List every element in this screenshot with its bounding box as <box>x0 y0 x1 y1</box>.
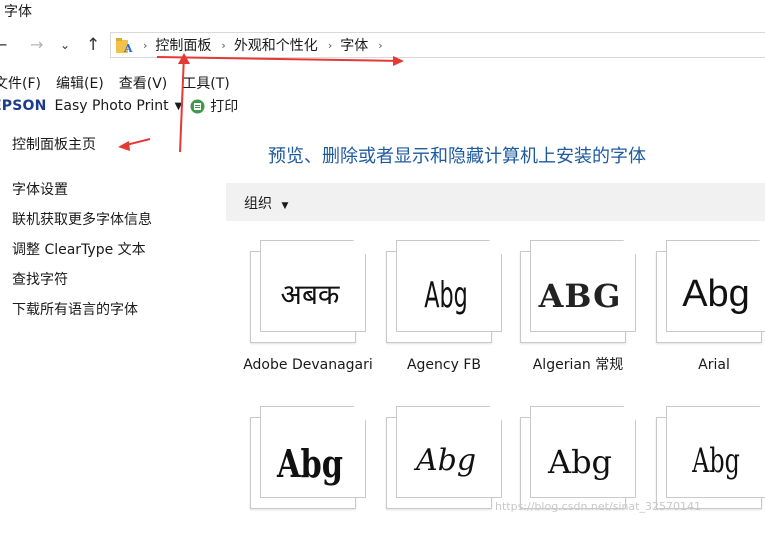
easy-photo-print-button[interactable]: Easy Photo Print <box>55 98 169 114</box>
printer-icon <box>190 99 205 113</box>
recent-locations-button[interactable]: ⌄ <box>60 35 70 55</box>
organize-label: 组织 <box>244 196 272 212</box>
breadcrumb-separator[interactable]: › <box>378 39 382 52</box>
dropdown-arrow-icon[interactable]: ▼ <box>175 101 183 112</box>
address-bar[interactable]: A › 控制面板 › 外观和个性化 › 字体 › <box>110 32 765 58</box>
adjust-cleartype-link[interactable]: 调整 ClearType 文本 <box>12 239 146 259</box>
fonts-folder-icon: A <box>116 38 133 54</box>
font-sample: अबक <box>280 278 340 311</box>
font-sample: Abg <box>682 273 750 315</box>
font-tile-row2-1[interactable]: Abg <box>246 405 374 545</box>
font-tile-adobe-devanagari[interactable]: अबक Adobe Devanagari <box>243 239 374 379</box>
toolbar: EPSON Easy Photo Print ▼ 打印 <box>0 96 238 116</box>
svg-text:A: A <box>123 42 133 54</box>
font-sample: Abg <box>424 275 468 316</box>
font-name: Arial <box>698 357 730 373</box>
download-all-fonts-link[interactable]: 下载所有语言的字体 <box>12 299 138 319</box>
menu-tools[interactable]: 工具(T) <box>182 73 229 93</box>
find-character-link[interactable]: 查找字符 <box>12 269 68 289</box>
breadcrumb-appearance[interactable]: 外观和个性化 <box>234 35 318 55</box>
page-title: 预览、删除或者显示和隐藏计算机上安装的字体 <box>268 146 646 167</box>
window-title: 字体 <box>4 4 32 20</box>
epson-brand: EPSON <box>0 98 47 114</box>
chevron-down-icon: ▼ <box>281 201 289 211</box>
control-panel-home-link[interactable]: 控制面板主页 <box>12 134 96 154</box>
font-sample: Abg <box>692 441 740 481</box>
font-tile-agency-fb[interactable]: Abg Agency FB <box>382 239 510 379</box>
font-sample: Abg <box>276 441 344 486</box>
print-button[interactable]: 打印 <box>210 96 238 116</box>
organize-button[interactable]: 组织 ▼ <box>244 193 288 213</box>
font-name: Adobe Devanagari <box>243 357 373 373</box>
font-tile-row2-2[interactable]: Abg <box>382 405 510 545</box>
menu-view[interactable]: 查看(V) <box>119 73 168 93</box>
watermark: https://blog.csdn.net/sinat_32570141 <box>495 500 701 513</box>
command-bar <box>226 183 765 221</box>
annotation-arrow-home <box>121 138 151 147</box>
breadcrumb-separator: › <box>143 38 148 52</box>
font-name: Algerian 常规 <box>532 357 624 373</box>
up-button[interactable]: ↑ <box>86 35 100 55</box>
menu-edit[interactable]: 编辑(E) <box>56 73 104 93</box>
font-tile-arial[interactable]: Abg Arial <box>652 239 765 379</box>
breadcrumb-separator: › <box>327 38 333 52</box>
menu-bar: 文件(F) 编辑(E) 查看(V) 工具(T) <box>0 73 245 93</box>
breadcrumb-control-panel[interactable]: 控制面板 <box>155 35 211 55</box>
breadcrumb-fonts[interactable]: 字体 <box>340 35 368 55</box>
get-more-font-info-link[interactable]: 联机获取更多字体信息 <box>12 209 152 229</box>
font-sample: ABG <box>538 277 622 315</box>
font-name: Agency FB <box>406 357 482 373</box>
font-tile-row2-3[interactable]: Abg <box>516 405 644 545</box>
font-tile-algerian[interactable]: ABG Algerian 常规 <box>516 239 644 379</box>
font-sample: Abg <box>547 443 613 481</box>
menu-file[interactable]: 文件(F) <box>0 73 41 93</box>
font-settings-link[interactable]: 字体设置 <box>12 179 68 199</box>
font-tile-row2-4[interactable]: Abg <box>652 405 765 545</box>
back-button[interactable]: ← <box>0 35 7 55</box>
forward-button[interactable]: → <box>30 35 43 55</box>
arrowhead-icon <box>118 141 130 151</box>
breadcrumb-separator: › <box>221 38 226 52</box>
font-sample: Abg <box>415 443 477 478</box>
